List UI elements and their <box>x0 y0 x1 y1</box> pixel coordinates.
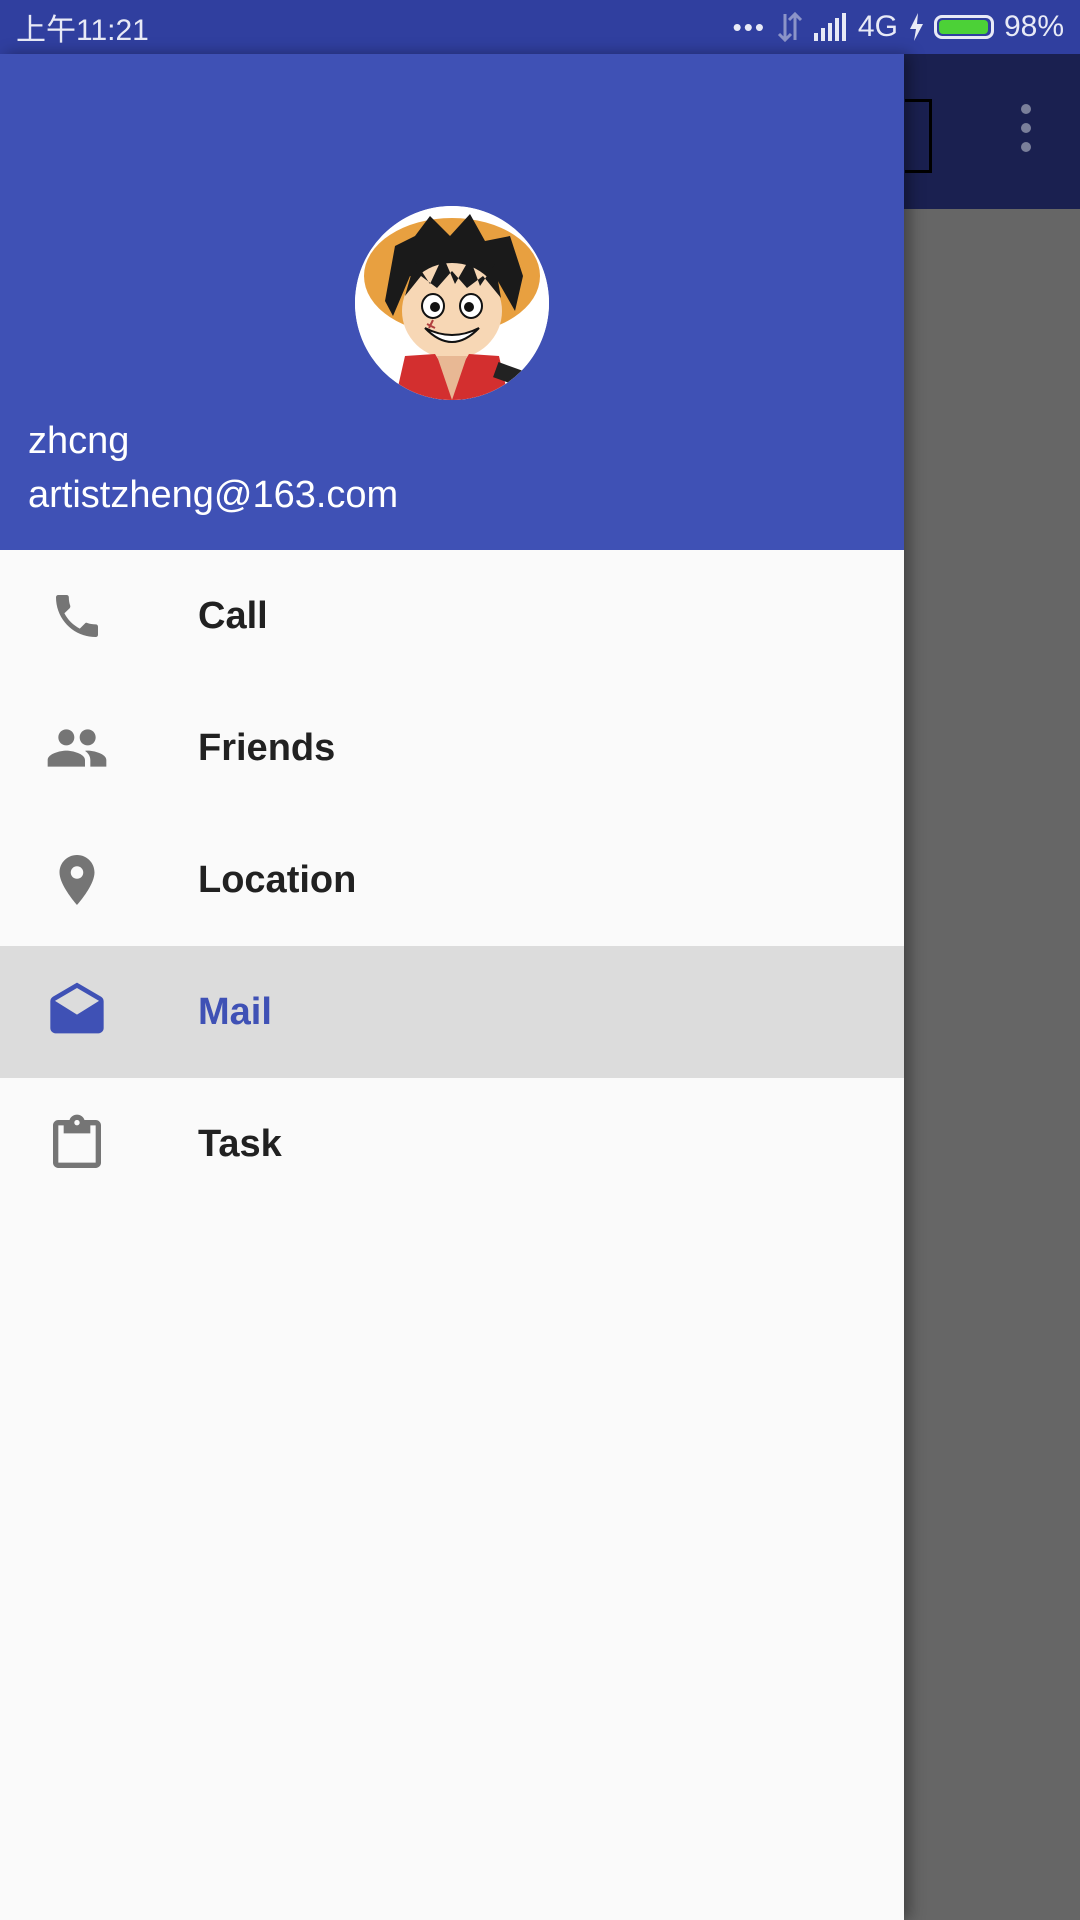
menu-item-label: Call <box>198 594 268 637</box>
menu-item-friends[interactable]: Friends <box>0 682 904 814</box>
data-transfer-icon <box>776 12 804 42</box>
menu-item-label: Mail <box>198 990 272 1033</box>
overflow-menu-icon[interactable] <box>1020 104 1032 152</box>
menu-item-mail[interactable]: Mail <box>0 946 904 1078</box>
app-bar-partial-icon <box>905 99 932 173</box>
network-type: 4G <box>857 10 898 43</box>
drawer-header: zhcng artistzheng@163.com <box>0 54 904 550</box>
battery-level <box>938 20 988 34</box>
drawer-menu: Call Friends Location Mail Task <box>0 550 904 1210</box>
menu-item-task[interactable]: Task <box>0 1078 904 1210</box>
signal-icon <box>813 13 848 41</box>
user-email: artistzheng@163.com <box>28 474 399 516</box>
location-pin-icon <box>44 847 110 913</box>
menu-item-call[interactable]: Call <box>0 550 904 682</box>
clipboard-icon <box>44 1111 110 1177</box>
menu-item-location[interactable]: Location <box>0 814 904 946</box>
more-dots-icon: ••• <box>732 11 766 42</box>
phone-icon <box>44 583 110 649</box>
user-name: zhcng <box>28 420 130 462</box>
menu-item-label: Task <box>198 1122 282 1165</box>
status-time: 上午11:21 <box>16 14 149 47</box>
navigation-drawer: zhcng artistzheng@163.com Call Friends L… <box>0 54 904 1920</box>
charging-icon <box>908 13 924 41</box>
battery-icon <box>933 15 994 39</box>
status-bar: 上午11:21 ••• 4G 98% <box>0 0 1080 54</box>
menu-item-label: Location <box>198 858 357 901</box>
mail-open-icon <box>44 979 110 1045</box>
status-icons: ••• 4G 98% <box>733 10 1064 44</box>
menu-item-label: Friends <box>198 726 336 769</box>
people-icon <box>44 715 110 781</box>
luffy-avatar-icon[interactable] <box>355 206 549 400</box>
battery-percent: 98% <box>1003 10 1064 43</box>
